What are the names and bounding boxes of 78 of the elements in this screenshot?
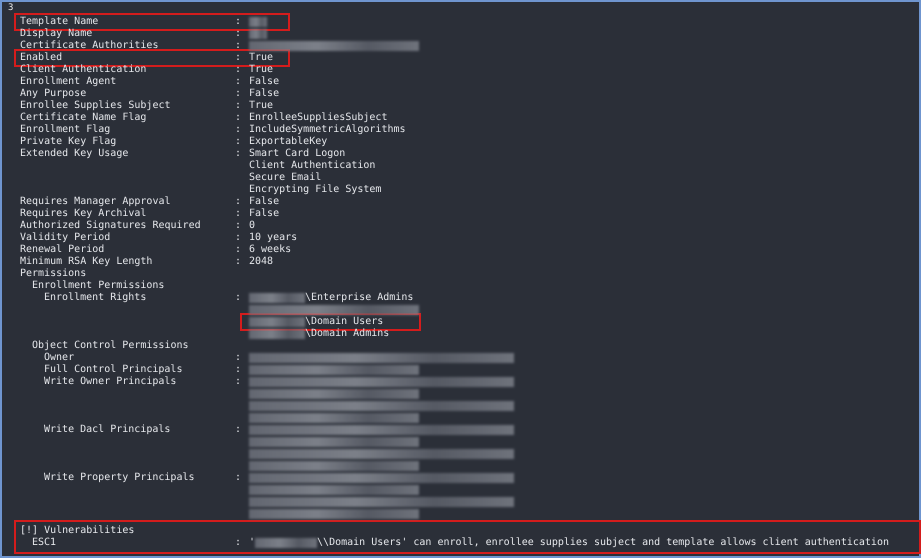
field-value: 10 years [249,232,298,244]
field-value: ExportableKey [249,136,328,148]
field-label: Write Owner Principals [44,376,178,388]
colon-separator: : [235,196,242,208]
colon-separator: : [235,40,242,52]
colon-separator: : [235,88,242,100]
colon-separator: : [235,220,242,232]
section-heading: Object Control Permissions [32,340,190,352]
field-label: Enrollment Rights [44,292,148,304]
colon-separator: : [235,112,242,124]
field-value: 2048 [249,256,274,268]
field-label: Enrollee Supplies Subject [20,100,172,112]
colon-separator: : [235,124,242,136]
field-label: Minimum RSA Key Length [20,256,154,268]
field-label: Renewal Period [20,244,106,256]
field-value: 6 weeks [249,244,292,256]
section-heading: [!] Vulnerabilities [20,525,134,537]
field-value: Smart Card Logon [249,148,346,160]
field-value: IncludeSymmetricAlgorithms [249,124,406,136]
field-value: EnrolleeSuppliesSubject [249,112,388,124]
colon-separator: : [235,100,242,112]
field-label: Write Property Principals [44,472,196,484]
colon-separator: : [235,352,242,364]
field-label: Enrollment Flag [20,124,112,136]
field-value: False [249,76,280,88]
field-label: ESC1 [32,537,58,549]
colon-separator: : [235,76,242,88]
colon-separator: : [235,232,242,244]
colon-separator: : [235,136,242,148]
vulnerability-description: \\Domain Users' can enroll, enrollee supplies subject and template allows client authentication [317,537,889,549]
field-label: Certificate Authorities [20,40,160,52]
field-value: \Enterprise Admins [305,292,414,304]
section-heading: Permissions [20,268,88,280]
field-label: Any Purpose [20,88,88,100]
colon-separator: : [235,244,242,256]
colon-separator: : [235,64,242,76]
field-label: Enrollment Agent [20,76,118,88]
field-label: Owner [44,352,76,364]
colon-separator: : [235,208,242,220]
colon-separator: : [235,148,242,160]
field-label: Display Name [20,28,94,40]
field-value: \Domain Users [305,316,384,328]
field-label: Validity Period [20,232,112,244]
colon-separator: : [235,472,242,484]
field-value: True [249,52,274,64]
colon-separator: : [235,256,242,268]
field-label: Client Authentication [20,64,148,76]
colon-separator: : [235,292,242,304]
colon-separator: : [235,364,242,376]
field-value: Client Authentication [249,160,376,172]
field-label: Private Key Flag [20,136,118,148]
field-value: Encrypting File System [249,184,382,196]
field-value: False [249,88,280,100]
quote-mark: ' [249,537,256,549]
colon-separator: : [235,52,242,64]
colon-separator: : [235,28,242,40]
field-value: True [249,100,274,112]
field-value: \Domain Admins [305,328,390,340]
section-heading: Enrollment Permissions [32,280,166,292]
field-label: Template Name [20,16,100,28]
field-value: Secure Email [249,172,322,184]
colon-separator: : [235,376,242,388]
field-label: Enabled [20,52,64,64]
field-label: Extended Key Usage [20,148,130,160]
field-label: Authorized Signatures Required [20,220,202,232]
field-value: 0 [249,220,256,232]
field-value: False [249,196,280,208]
colon-separator: : [235,16,242,28]
field-label: Full Control Principals [44,364,184,376]
field-label: Requires Manager Approval [20,196,172,208]
terminal-output-line: 3 [8,2,14,14]
field-label: Requires Key Archival [20,208,148,220]
colon-separator: : [235,424,242,436]
field-value: True [249,64,274,76]
field-label: Write Dacl Principals [44,424,172,436]
colon-separator: : [235,537,242,549]
field-label: Certificate Name Flag [20,112,148,124]
field-value: False [249,208,280,220]
